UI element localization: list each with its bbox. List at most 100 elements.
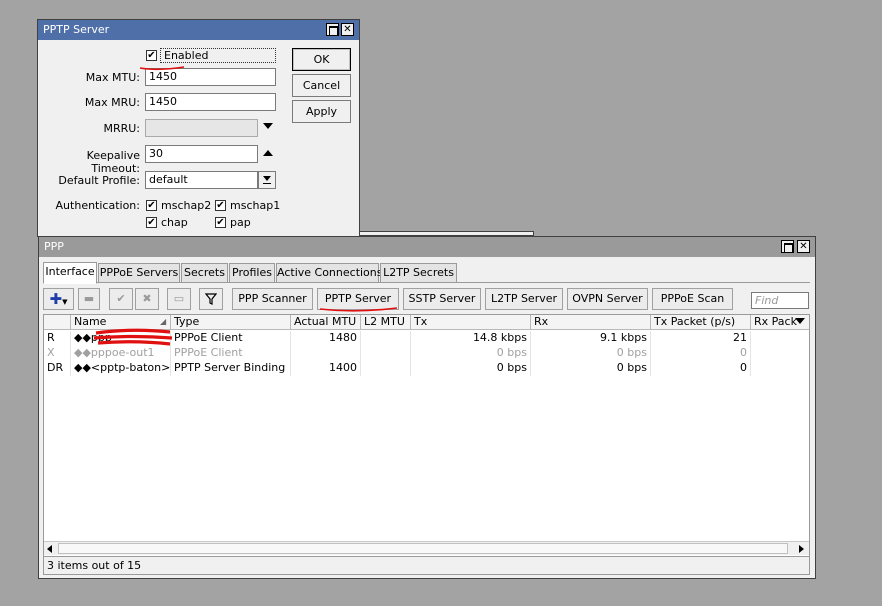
ppp-title: PPP (44, 240, 64, 253)
horizontal-scrollbar[interactable] (44, 541, 809, 555)
status-bar: 3 items out of 15 (43, 556, 810, 575)
max-mru-label: Max MRU: (84, 96, 140, 109)
max-mtu-label: Max MTU: (85, 71, 140, 84)
scroll-thumb[interactable] (58, 543, 788, 554)
ok-button[interactable]: OK (292, 48, 351, 71)
row-tx: 0 bps (411, 361, 531, 376)
row-tx-packet: 0 (651, 361, 751, 376)
mschap1-label: mschap1 (230, 199, 281, 212)
col-rx[interactable]: Rx (531, 315, 651, 330)
mschap2-label: mschap2 (161, 199, 212, 212)
x-icon: ✖ (142, 292, 152, 305)
filter-icon (204, 293, 218, 305)
row-rx: 0 bps (531, 346, 651, 361)
ovpn-server-button[interactable]: OVPN Server (567, 288, 648, 310)
default-profile-dropdown-icon[interactable] (258, 171, 276, 189)
l2tp-server-button[interactable]: L2TP Server (485, 288, 563, 310)
comment-button[interactable]: ▭ (167, 288, 191, 310)
mschap2-checkbox[interactable]: ✔ (146, 200, 157, 211)
apply-button[interactable]: Apply (292, 100, 351, 123)
row-actual-mtu: 1480 (291, 331, 361, 346)
ppp-title-bar[interactable]: PPP ✕ (39, 237, 815, 257)
ppp-window: PPP ✕ Interface PPPoE Servers Secrets Pr… (38, 236, 816, 579)
enabled-checkbox[interactable]: ✔ (146, 50, 157, 61)
enable-button[interactable]: ✔ (109, 288, 133, 310)
row-rx-packet (751, 361, 809, 376)
mschap1-checkbox[interactable]: ✔ (215, 200, 226, 211)
tab-l2tp-secrets[interactable]: L2TP Secrets (380, 263, 457, 283)
col-type[interactable]: Type (171, 315, 291, 330)
note-icon: ▭ (173, 292, 185, 305)
annotation-underline-enabled (139, 66, 185, 71)
col-l2-mtu[interactable]: L2 MTU (361, 315, 411, 330)
default-profile-label: Default Profile: (58, 174, 140, 187)
keepalive-input[interactable]: 30 (145, 145, 258, 163)
pptp-title-bar[interactable]: PPTP Server ✕ (38, 20, 359, 40)
maximize-icon[interactable] (326, 23, 339, 36)
row-type: PPTP Server Binding (171, 361, 291, 376)
ppp-close-icon[interactable]: ✕ (797, 240, 810, 253)
tab-profiles[interactable]: Profiles (229, 263, 275, 283)
minus-icon: ▬ (83, 292, 95, 305)
enabled-label: Enabled (160, 48, 276, 63)
row-name: ◆◆<pptp-baton> (71, 361, 171, 376)
column-menu-icon[interactable] (795, 318, 805, 324)
table-row[interactable]: R ◆◆ppp PPPoE Client 1480 14.8 kbps 9.1 … (44, 328, 809, 346)
close-icon[interactable]: ✕ (341, 23, 354, 36)
col-tx[interactable]: Tx (411, 315, 531, 330)
scroll-right-icon[interactable] (799, 545, 804, 553)
pppoe-scan-button[interactable]: PPPoE Scan (652, 288, 733, 310)
row-type: PPPoE Client (171, 346, 291, 361)
row-l2-mtu (361, 346, 411, 361)
row-actual-mtu (291, 346, 361, 361)
keepalive-label: Keepalive Timeout: (86, 149, 140, 175)
sort-indicator-icon: ◢ (160, 317, 167, 326)
chap-checkbox[interactable]: ✔ (146, 217, 157, 228)
dropdown-arrow-icon: ▼ (62, 298, 68, 306)
mrru-dropdown-icon[interactable] (263, 123, 273, 129)
tab-interface[interactable]: Interface (43, 262, 97, 284)
row-tx-packet: 0 (651, 346, 751, 361)
find-input[interactable]: Find (751, 292, 809, 309)
tab-pppoe-servers[interactable]: PPPoE Servers (98, 263, 180, 283)
tab-secrets[interactable]: Secrets (181, 263, 228, 283)
pap-checkbox[interactable]: ✔ (215, 217, 226, 228)
mrru-label: MRRU: (103, 122, 140, 135)
ppp-scanner-button[interactable]: PPP Scanner (232, 288, 313, 310)
pap-label: pap (230, 216, 251, 229)
add-button[interactable]: ✚▼ (43, 288, 74, 310)
table-row[interactable]: X ◆◆pppoe-out1 PPPoE Client 0 bps 0 bps … (44, 346, 809, 361)
max-mru-input[interactable]: 1450 (145, 93, 276, 111)
sstp-server-button[interactable]: SSTP Server (403, 288, 481, 310)
annotation-underline-pptp (319, 307, 398, 312)
authentication-label: Authentication: (55, 199, 140, 212)
row-l2-mtu (361, 361, 411, 376)
remove-button[interactable]: ▬ (78, 288, 100, 310)
row-flag: R (44, 331, 71, 346)
disable-button[interactable]: ✖ (135, 288, 159, 310)
default-profile-select[interactable]: default (145, 171, 258, 189)
cancel-button[interactable]: Cancel (292, 74, 351, 97)
interface-table: Name ◢ Type Actual MTU L2 MTU Tx Rx Tx P… (43, 314, 810, 557)
filter-button[interactable] (199, 288, 223, 310)
col-actual-mtu[interactable]: Actual MTU (291, 315, 361, 330)
chap-label: chap (161, 216, 188, 229)
row-flag: X (44, 346, 71, 361)
row-type: PPPoE Client (171, 331, 291, 346)
row-rx-packet (751, 346, 809, 361)
mrru-input[interactable] (145, 119, 258, 137)
row-flag: DR (44, 361, 71, 376)
row-actual-mtu: 1400 (291, 361, 361, 376)
keepalive-collapse-icon[interactable] (263, 150, 273, 156)
col-flag[interactable] (44, 315, 71, 330)
ppp-maximize-icon[interactable] (781, 240, 794, 253)
tab-active-connections[interactable]: Active Connections (276, 263, 383, 283)
scroll-left-icon[interactable] (47, 545, 52, 553)
row-rx-packet (751, 331, 809, 346)
row-name: ◆◆pppoe-out1 (71, 346, 171, 361)
table-row[interactable]: DR ◆◆<pptp-baton> PPTP Server Binding 14… (44, 361, 809, 376)
pptp-title: PPTP Server (43, 23, 110, 36)
plus-icon: ✚ (49, 290, 63, 308)
row-rx: 0 bps (531, 361, 651, 376)
col-tx-packet[interactable]: Tx Packet (p/s) (651, 315, 751, 330)
